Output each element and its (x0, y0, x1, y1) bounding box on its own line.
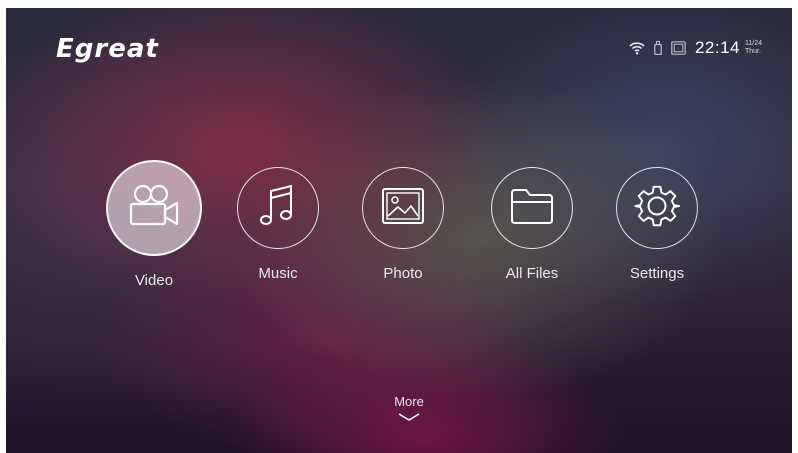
photo-icon (381, 187, 425, 230)
menu-item-video[interactable]: Video (99, 160, 209, 289)
status-bar: 22:14 11/24 Thur. (629, 38, 762, 58)
menu-item-music[interactable]: Music (223, 167, 333, 282)
menu-label-video: Video (134, 272, 174, 289)
menu-label-settings: Settings (629, 265, 685, 282)
brand-logo: Egreat (56, 34, 159, 64)
menu-item-all-files[interactable]: All Files (477, 167, 587, 282)
music-note-icon (258, 183, 298, 234)
clock-time: 22:14 (694, 38, 740, 57)
video-circle (106, 160, 202, 256)
clock-date: 11/24 Thur. (745, 40, 762, 56)
menu-label-all-files: All Files (505, 265, 559, 282)
music-circle (237, 167, 319, 249)
chevron-down-icon (398, 409, 420, 427)
settings-circle (616, 167, 698, 249)
wifi-icon (629, 41, 645, 55)
menu-item-photo[interactable]: Photo (348, 167, 458, 282)
weekday-label: Thur. (745, 48, 761, 55)
more-label: More (394, 394, 424, 409)
photo-circle (362, 167, 444, 249)
date-label: 11/24 (745, 40, 762, 47)
all-files-circle (491, 167, 573, 249)
gear-icon (634, 183, 681, 234)
folder-icon (509, 187, 555, 230)
menu-label-music: Music (258, 265, 298, 282)
more-button[interactable]: More (379, 394, 439, 427)
usb-icon (654, 41, 662, 55)
menu-label-photo: Photo (383, 265, 423, 282)
menu-item-settings[interactable]: Settings (602, 167, 712, 282)
video-camera-icon (125, 183, 183, 234)
home-screen: Egreat 22:14 11/24 Thur. Video Music Pho… (6, 8, 792, 453)
sd-card-icon (671, 41, 686, 55)
